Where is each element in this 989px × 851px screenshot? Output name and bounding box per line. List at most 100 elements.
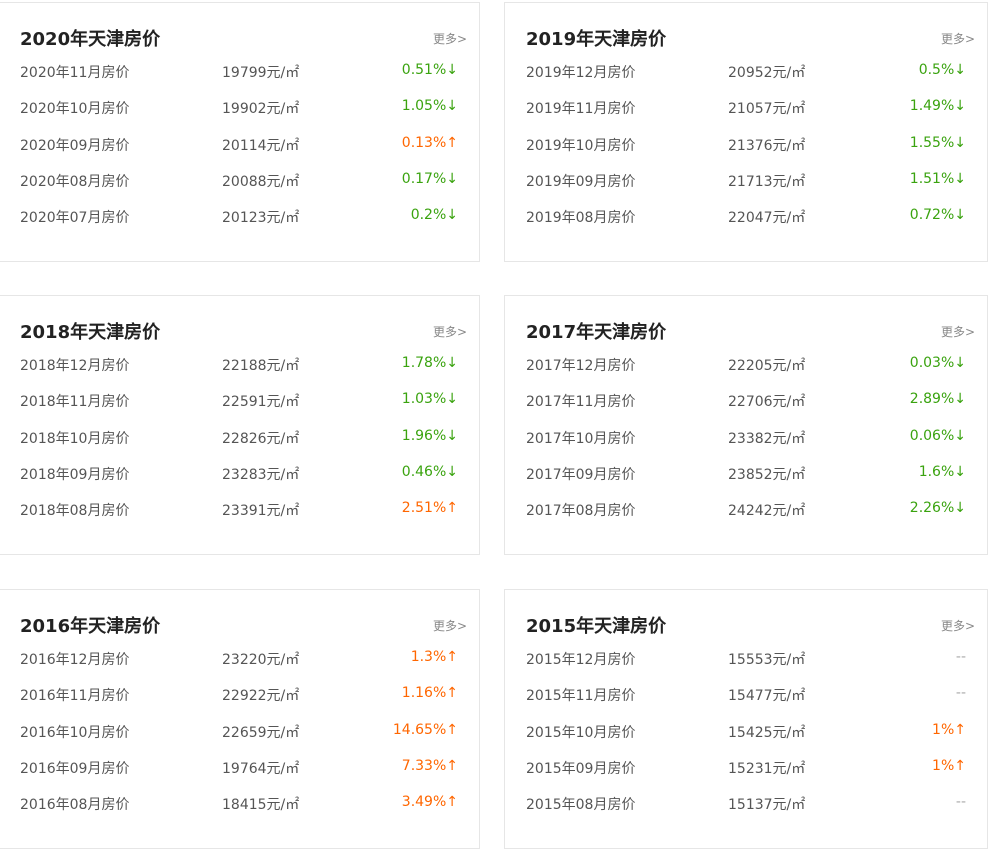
card-title: 2019年天津房价 <box>526 29 667 50</box>
change-value: -- <box>955 685 966 702</box>
change-value: 0.17%↓ <box>401 170 458 187</box>
change-value: 0.51%↓ <box>401 62 458 78</box>
price-row: 2018年12月房价 22188元/㎡ 1.78%↓ <box>20 355 458 391</box>
change-value: 1.6%↓ <box>918 463 966 480</box>
month-label: 2018年09月房价 <box>20 466 130 483</box>
price-row: 2020年10月房价 19902元/㎡ 1.05%↓ <box>20 98 458 134</box>
change-value: 1%↑ <box>932 757 966 774</box>
month-label: 2019年11月房价 <box>526 101 636 118</box>
change-value: 2.51%↑ <box>401 500 458 517</box>
change-value: -- <box>955 649 966 665</box>
price-card-2017: 2017年天津房价 更多> 2017年12月房价 22205元/㎡ 0.03%↓ 2… <box>504 295 988 555</box>
change-value: 1%↑ <box>932 721 966 738</box>
month-label: 2018年10月房价 <box>20 430 130 447</box>
card-title: 2017年天津房价 <box>526 322 667 343</box>
price-value: 22706元/㎡ <box>728 394 806 411</box>
card-title: 2020年天津房价 <box>20 29 161 50</box>
price-row: 2017年12月房价 22205元/㎡ 0.03%↓ <box>526 355 966 391</box>
card-title: 2015年天津房价 <box>526 616 667 637</box>
month-label: 2017年08月房价 <box>526 503 636 520</box>
price-row: 2019年09月房价 21713元/㎡ 1.51%↓ <box>526 171 966 207</box>
month-label: 2015年10月房价 <box>526 724 636 741</box>
price-list: 2020年11月房价 19799元/㎡ 0.51%↓ 2020年10月房价 19902… <box>20 62 458 243</box>
price-value: 22922元/㎡ <box>222 688 300 705</box>
price-row: 2019年12月房价 20952元/㎡ 0.5%↓ <box>526 62 966 98</box>
price-value: 20088元/㎡ <box>222 173 300 190</box>
price-row: 2016年12月房价 23220元/㎡ 1.3%↑ <box>20 649 458 685</box>
price-value: 23382元/㎡ <box>728 430 806 447</box>
price-value: 15425元/㎡ <box>728 724 806 741</box>
price-row: 2019年11月房价 21057元/㎡ 1.49%↓ <box>526 98 966 134</box>
price-row: 2015年09月房价 15231元/㎡ 1%↑ <box>526 758 966 794</box>
change-value: 1.16%↑ <box>401 685 458 702</box>
price-value: 20123元/㎡ <box>222 210 300 227</box>
price-value: 22826元/㎡ <box>222 430 300 447</box>
change-value: 1.51%↓ <box>909 170 966 187</box>
price-row: 2016年11月房价 22922元/㎡ 1.16%↑ <box>20 685 458 721</box>
card-title: 2016年天津房价 <box>20 616 161 637</box>
price-value: 23852元/㎡ <box>728 466 806 483</box>
change-value: 1.96%↓ <box>401 427 458 444</box>
price-card-2015: 2015年天津房价 更多> 2015年12月房价 15553元/㎡ -- 2015年… <box>504 589 988 849</box>
price-row: 2020年08月房价 20088元/㎡ 0.17%↓ <box>20 171 458 207</box>
price-row: 2017年09月房价 23852元/㎡ 1.6%↓ <box>526 464 966 500</box>
more-link[interactable]: 更多> <box>941 617 975 634</box>
more-link[interactable]: 更多> <box>941 30 975 47</box>
more-link[interactable]: 更多> <box>433 323 467 340</box>
price-row: 2017年08月房价 24242元/㎡ 2.26%↓ <box>526 500 966 536</box>
change-value: 0.06%↓ <box>909 427 966 444</box>
month-label: 2016年11月房价 <box>20 688 130 705</box>
more-link[interactable]: 更多> <box>941 323 975 340</box>
price-card-2019: 2019年天津房价 更多> 2019年12月房价 20952元/㎡ 0.5%↓ 20… <box>504 2 988 262</box>
price-value: 22205元/㎡ <box>728 358 806 374</box>
price-value: 21713元/㎡ <box>728 173 806 190</box>
month-label: 2018年12月房价 <box>20 358 130 374</box>
change-value: 1.05%↓ <box>401 98 458 115</box>
price-value: 23283元/㎡ <box>222 466 300 483</box>
price-value: 22188元/㎡ <box>222 358 300 374</box>
more-link[interactable]: 更多> <box>433 30 467 47</box>
change-value: -- <box>955 794 966 811</box>
month-label: 2019年10月房价 <box>526 137 636 154</box>
price-row: 2017年11月房价 22706元/㎡ 2.89%↓ <box>526 391 966 427</box>
change-value: 1.55%↓ <box>909 134 966 151</box>
change-value: 0.13%↑ <box>401 134 458 151</box>
more-link[interactable]: 更多> <box>433 617 467 634</box>
price-row: 2015年10月房价 15425元/㎡ 1%↑ <box>526 722 966 758</box>
month-label: 2017年10月房价 <box>526 430 636 447</box>
price-value: 15137元/㎡ <box>728 797 806 814</box>
change-value: 1.78%↓ <box>401 355 458 371</box>
price-value: 22659元/㎡ <box>222 724 300 741</box>
price-row: 2018年08月房价 23391元/㎡ 2.51%↑ <box>20 500 458 536</box>
price-row: 2016年08月房价 18415元/㎡ 3.49%↑ <box>20 794 458 830</box>
price-value: 22591元/㎡ <box>222 394 300 411</box>
month-label: 2020年10月房价 <box>20 101 130 118</box>
change-value: 2.26%↓ <box>909 500 966 517</box>
price-value: 23391元/㎡ <box>222 503 300 520</box>
price-value: 19799元/㎡ <box>222 65 300 81</box>
month-label: 2020年07月房价 <box>20 210 130 227</box>
price-list: 2017年12月房价 22205元/㎡ 0.03%↓ 2017年11月房价 22706… <box>526 355 966 536</box>
price-value: 15553元/㎡ <box>728 652 806 668</box>
change-value: 0.2%↓ <box>410 207 458 224</box>
month-label: 2019年12月房价 <box>526 65 636 81</box>
price-value: 22047元/㎡ <box>728 210 806 227</box>
month-label: 2018年08月房价 <box>20 503 130 520</box>
price-row: 2018年11月房价 22591元/㎡ 1.03%↓ <box>20 391 458 427</box>
month-label: 2015年09月房价 <box>526 760 636 777</box>
price-value: 18415元/㎡ <box>222 797 300 814</box>
price-row: 2015年08月房价 15137元/㎡ -- <box>526 794 966 830</box>
price-card-2016: 2016年天津房价 更多> 2016年12月房价 23220元/㎡ 1.3%↑ 20… <box>0 589 480 849</box>
change-value: 14.65%↑ <box>392 721 458 738</box>
price-card-2020: 2020年天津房价 更多> 2020年11月房价 19799元/㎡ 0.51%↓ 2… <box>0 2 480 262</box>
price-row: 2015年11月房价 15477元/㎡ -- <box>526 685 966 721</box>
change-value: 0.72%↓ <box>909 207 966 224</box>
price-row: 2019年10月房价 21376元/㎡ 1.55%↓ <box>526 135 966 171</box>
change-value: 1.03%↓ <box>401 391 458 408</box>
month-label: 2017年12月房价 <box>526 358 636 374</box>
month-label: 2016年09月房价 <box>20 760 130 777</box>
price-value: 21376元/㎡ <box>728 137 806 154</box>
price-value: 23220元/㎡ <box>222 652 300 668</box>
month-label: 2016年10月房价 <box>20 724 130 741</box>
price-row: 2019年08月房价 22047元/㎡ 0.72%↓ <box>526 207 966 243</box>
